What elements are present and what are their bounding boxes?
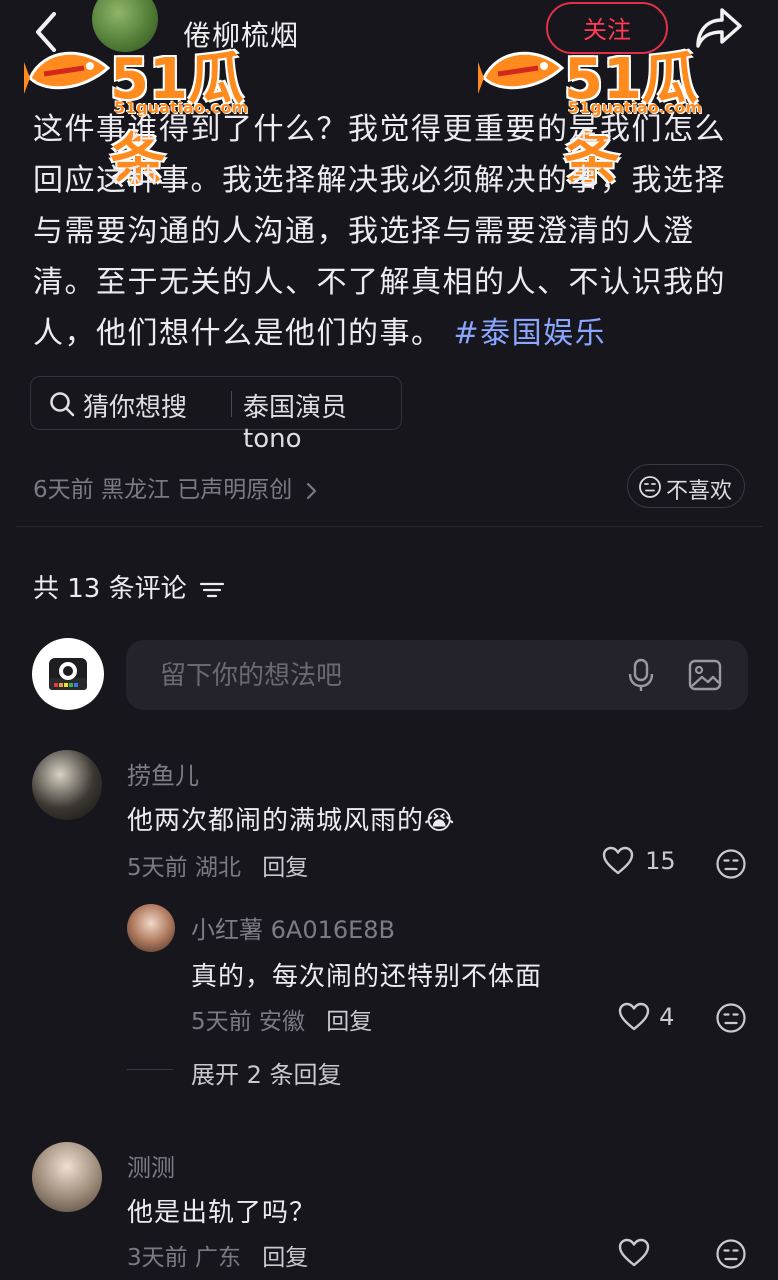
comment-input-box[interactable] xyxy=(126,640,748,712)
comment-meta: 3天前 广东 回复 xyxy=(127,1238,308,1272)
chevron-right-icon xyxy=(306,482,316,499)
chip-divider xyxy=(231,391,232,417)
like-button[interactable] xyxy=(618,1238,650,1272)
neutral-face-icon[interactable] xyxy=(715,1002,747,1034)
replier-name[interactable]: 小红薯 6A016E8B xyxy=(191,910,395,945)
search-icon xyxy=(50,392,75,417)
commenter-name[interactable]: 捞鱼儿 xyxy=(127,756,199,791)
fish-logo-icon xyxy=(478,51,565,94)
heart-icon xyxy=(618,1238,650,1267)
comments-title: 共 13 条评论 xyxy=(33,568,225,605)
like-count: 4 xyxy=(659,1003,675,1031)
microphone-icon[interactable] xyxy=(626,658,656,692)
dislike-label: 不喜欢 xyxy=(666,479,733,504)
reply-meta: 5天前 安徽 回复 xyxy=(191,1002,372,1036)
comment-text: 他是出轨了吗？ xyxy=(127,1198,317,1228)
camera-icon xyxy=(49,658,87,690)
reply-button[interactable]: 回复 xyxy=(326,1009,372,1035)
comment-meta: 5天前 湖北 回复 xyxy=(127,848,308,882)
commenter-avatar[interactable] xyxy=(32,750,102,820)
search-chip-query: 泰国演员 tono xyxy=(243,393,348,454)
like-count: 15 xyxy=(645,847,676,875)
comment-location: 湖北 xyxy=(194,855,241,881)
neutral-face-icon[interactable] xyxy=(715,848,747,880)
commenter-avatar[interactable] xyxy=(32,1142,102,1212)
commenter-name[interactable]: 测测 xyxy=(127,1148,175,1183)
comment-location: 广东 xyxy=(194,1245,241,1271)
image-icon[interactable] xyxy=(688,658,722,692)
comment-time: 5天前 xyxy=(127,855,188,881)
dislike-button[interactable]: 不喜欢 xyxy=(627,464,745,508)
post-meta-text: 6天前 黑龙江 已声明原创 xyxy=(33,477,293,503)
neutral-face-icon[interactable] xyxy=(715,1238,747,1270)
comment-text-content: 他两次都闹的满城风雨的 xyxy=(127,806,425,836)
reply-location: 安徽 xyxy=(258,1009,305,1035)
search-chip-label: 猜你想搜 xyxy=(83,393,188,423)
reply-button[interactable]: 回复 xyxy=(262,855,308,881)
my-avatar xyxy=(32,638,104,710)
comments-count: 共 13 条评论 xyxy=(33,574,187,604)
hashtag-link[interactable]: #泰国娱乐 xyxy=(454,316,607,351)
reply-button[interactable]: 回复 xyxy=(262,1245,308,1271)
neutral-face-icon xyxy=(639,476,661,498)
expand-divider xyxy=(127,1069,173,1070)
reply-text: 真的，每次闹的还特别不体面 xyxy=(191,962,543,992)
like-button[interactable]: 4 xyxy=(618,1002,674,1032)
like-button[interactable]: 15 xyxy=(602,846,676,876)
section-divider xyxy=(16,526,762,527)
post-body: 这件事谁得到了什么？我觉得更重要的是我们怎么回应这种事。我选择解决我必须解决的事… xyxy=(33,104,743,359)
comment-time: 3天前 xyxy=(127,1245,188,1271)
sort-icon[interactable] xyxy=(199,579,225,601)
crying-emoji: 😭 xyxy=(424,806,456,836)
post-meta[interactable]: 6天前 黑龙江 已声明原创 xyxy=(33,470,318,504)
post-text: 这件事谁得到了什么？我觉得更重要的是我们怎么回应这种事。我选择解决我必须解决的事… xyxy=(33,112,726,351)
comment-text: 他两次都闹的满城风雨的😭 xyxy=(127,800,455,837)
expand-replies-button[interactable]: 展开 2 条回复 xyxy=(191,1055,342,1090)
replier-avatar[interactable] xyxy=(127,904,175,952)
comment-input[interactable] xyxy=(158,640,602,712)
reply-time: 5天前 xyxy=(191,1009,252,1035)
suggested-search-chip[interactable]: 猜你想搜 泰国演员 tono xyxy=(30,376,402,454)
fish-logo-icon xyxy=(24,51,111,94)
heart-icon xyxy=(602,846,634,875)
heart-icon xyxy=(618,1002,650,1031)
